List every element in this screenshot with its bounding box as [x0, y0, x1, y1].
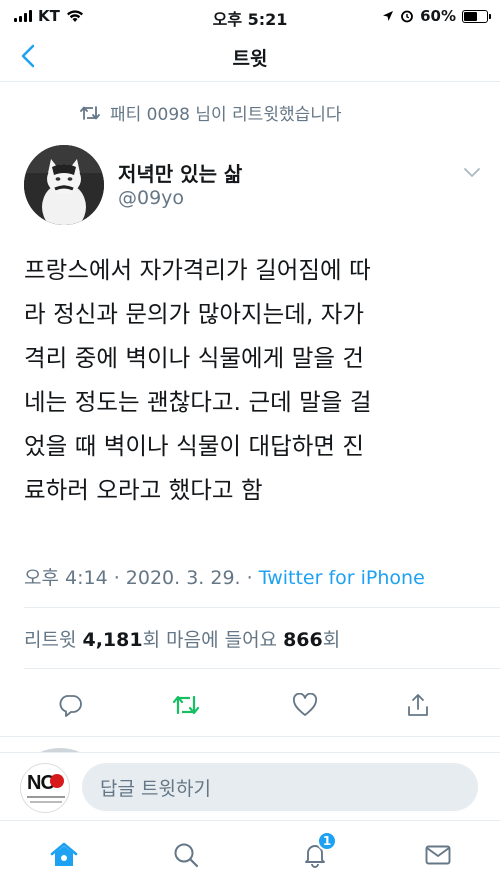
tweet-line: 었을 때 벽이나 식물이 대답하면 진: [24, 432, 365, 460]
cat-avatar-image: [24, 145, 104, 225]
retweet-icon: [80, 105, 100, 120]
reply-composer: NO 답글 트윗하기: [0, 752, 500, 820]
like-button[interactable]: [285, 685, 325, 725]
notification-badge: 1: [317, 831, 337, 851]
tweet-line: 라 정신과 문의가 많아지는데, 자가: [24, 300, 365, 328]
tab-home[interactable]: [44, 835, 84, 875]
reply-icon: [59, 695, 82, 717]
battery-level: [464, 11, 478, 21]
divider: [24, 607, 500, 608]
nav-bar: 트윗: [0, 32, 500, 82]
retweet-banner[interactable]: 패티 0098 님이 리트윗했습니다: [80, 100, 342, 125]
author-handle[interactable]: @09yo: [118, 187, 184, 209]
like-count[interactable]: 866: [283, 629, 323, 651]
retweet-count-label: 리트윗: [24, 629, 83, 651]
avatar-caption-line: [27, 796, 65, 798]
battery-percent: 60%: [420, 7, 456, 25]
like-unit-label: 회: [322, 629, 341, 651]
share-button[interactable]: [398, 685, 438, 725]
author-avatar[interactable]: [24, 145, 104, 225]
retweet-banner-text: 패티 0098 님이 리트윗했습니다: [110, 105, 342, 125]
tab-search[interactable]: [166, 835, 206, 875]
tab-bar: 1: [0, 820, 500, 888]
page-title: 트윗: [232, 48, 268, 70]
author-name[interactable]: 저녁만 있는 삶: [118, 158, 242, 187]
reply-placeholder: 답글 트윗하기: [100, 777, 211, 800]
search-icon: [174, 843, 199, 868]
my-avatar[interactable]: NO: [20, 763, 70, 813]
battery-icon: [462, 9, 491, 23]
tweet-text: 프랑스에서 자가격리가 길어짐에 따 라 정신과 문의가 많아지는데, 자가 격…: [24, 248, 484, 512]
tweet-source-link[interactable]: Twitter for iPhone: [259, 567, 425, 589]
retweet-count[interactable]: 4,181: [82, 629, 142, 651]
tab-messages[interactable]: [418, 835, 458, 875]
retweet-unit-label: 회 마음에 들어요: [142, 629, 284, 651]
home-icon: [50, 842, 78, 866]
tweet-stats: 리트윗 4,181회 마음에 들어요 866회: [24, 625, 340, 652]
tweet-actions: [0, 685, 500, 725]
tweet-meta: 오후 4:14 · 2020. 3. 29. · Twitter for iPh…: [24, 563, 425, 590]
tweet-timestamp: 오후 4:14 · 2020. 3. 29. ·: [24, 567, 259, 589]
alarm-icon: [401, 10, 413, 23]
reply-button[interactable]: [51, 685, 91, 725]
retweet-icon: [172, 695, 200, 715]
retweet-button[interactable]: [166, 685, 206, 725]
divider: [24, 668, 500, 669]
tweet-line: 네는 정도는 괜찮다고. 근데 말을 걸: [24, 388, 372, 416]
tweet-line: 료하러 오라고 했다고 함: [24, 476, 263, 504]
status-bar: KT 오후 5:21 60%: [0, 0, 500, 32]
tweet-line: 격리 중에 벽이나 식물에게 말을 건: [24, 344, 365, 372]
share-icon: [408, 694, 428, 716]
red-dot-icon: [50, 774, 64, 788]
status-right: 60%: [382, 7, 491, 25]
tab-notifications[interactable]: 1: [295, 831, 337, 875]
heart-icon: [293, 693, 317, 716]
location-arrow-icon: [383, 11, 394, 21]
avatar-caption-line: [30, 801, 62, 803]
tweet-line: 프랑스에서 자가격리가 길어짐에 따: [24, 256, 371, 284]
divider: [0, 736, 500, 737]
mail-icon: [425, 845, 451, 865]
reply-input[interactable]: 답글 트윗하기: [82, 763, 478, 811]
chevron-down-icon[interactable]: [462, 162, 482, 182]
